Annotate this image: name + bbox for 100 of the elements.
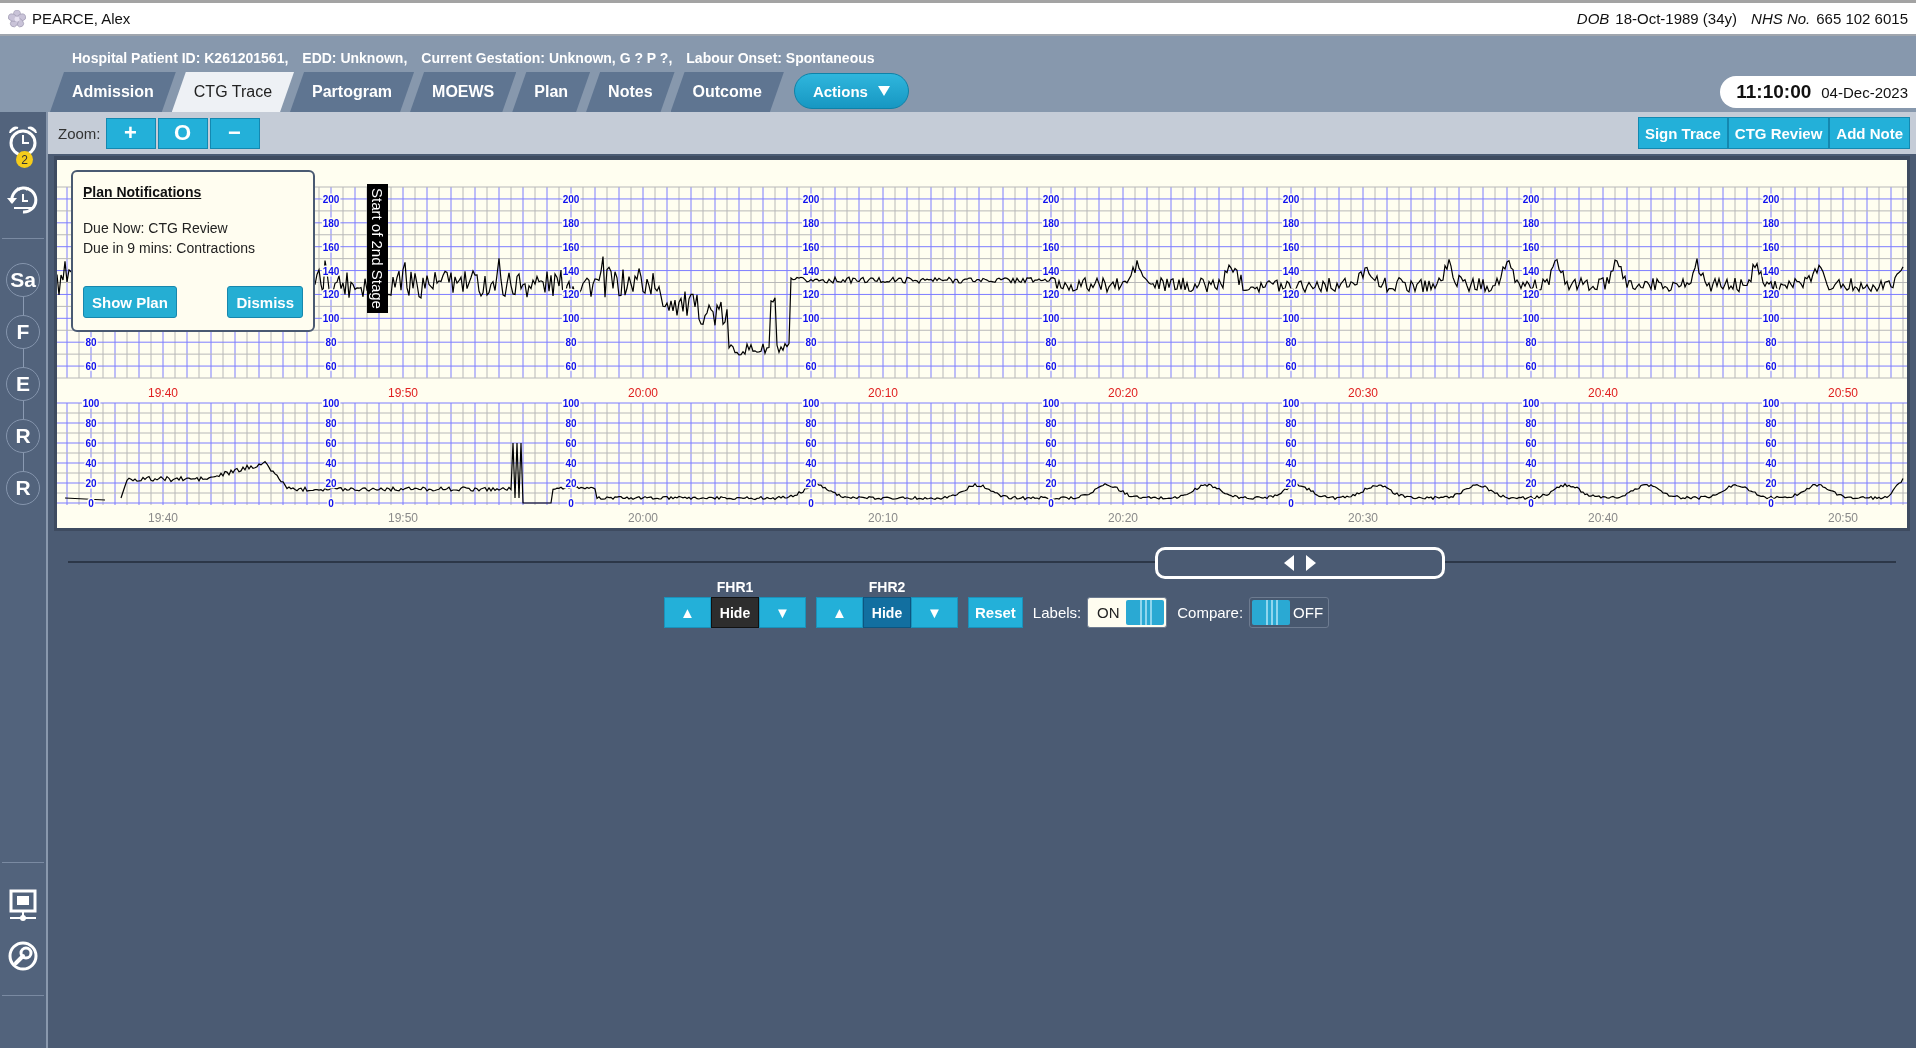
tab[interactable]: CTG Trace <box>171 72 295 112</box>
axis-label: 60 <box>325 438 337 449</box>
tab[interactable]: Outcome <box>670 72 784 112</box>
time-label: 20:10 <box>868 386 898 400</box>
axis-label: 200 <box>562 193 580 205</box>
patient-summary: EDD: Unknown, <box>302 50 408 66</box>
actions-button[interactable]: Actions <box>793 73 909 109</box>
notification-text: Due Now: CTG Review <box>83 219 229 238</box>
time-label: 20:30 <box>1348 511 1378 525</box>
axis-label: 60 <box>1045 361 1057 373</box>
zoom-button[interactable]: − <box>209 117 260 149</box>
toolbar-button[interactable]: CTG Review <box>1727 117 1830 149</box>
toolbar-button[interactable]: Add Note <box>1829 117 1910 149</box>
move-up-button[interactable]: ▲ <box>664 597 711 628</box>
axis-label: 140 <box>1282 265 1300 277</box>
popup-button[interactable]: Dismiss <box>227 286 303 318</box>
stage-button[interactable]: R <box>6 471 40 505</box>
axis-label: 100 <box>802 313 820 325</box>
toolbar-button[interactable]: Sign Trace <box>1637 117 1728 149</box>
axis-label: 60 <box>565 438 577 449</box>
axis-label: 0 <box>568 498 574 509</box>
move-down-button[interactable]: ▼ <box>759 597 806 628</box>
zoom-button[interactable]: O <box>157 117 208 149</box>
axis-label: 80 <box>1285 337 1297 349</box>
dob-value: 18-Oct-1989 (34y) <box>1615 10 1738 27</box>
time-label: 19:40 <box>148 511 178 525</box>
axis-label: 180 <box>1282 217 1300 229</box>
axis-label: 200 <box>1522 193 1540 205</box>
clock-date: 04-Dec-2023 <box>1821 83 1908 101</box>
time-label: 20:40 <box>1588 386 1618 400</box>
reset-button[interactable]: Reset <box>968 597 1023 628</box>
axis-label: 100 <box>1042 313 1060 325</box>
time-label: 20:00 <box>628 511 658 525</box>
axis-label: 120 <box>322 289 340 301</box>
stage-button[interactable]: F <box>6 315 40 349</box>
axis-label: 0 <box>1288 498 1294 509</box>
axis-label: 60 <box>1765 361 1777 373</box>
clock-time: 11:10:00 <box>1736 81 1812 103</box>
axis-label: 20 <box>565 478 577 489</box>
time-label: 20:00 <box>628 386 658 400</box>
network-monitor-icon <box>8 889 38 923</box>
flower-icon <box>8 9 26 28</box>
left-right-arrows-icon <box>1284 555 1316 571</box>
zoom-button[interactable]: + <box>105 117 156 149</box>
axis-label: 40 <box>325 458 337 469</box>
tab[interactable]: MOEWS <box>410 72 517 112</box>
time-label: 20:50 <box>1828 386 1858 400</box>
axis-label: 120 <box>802 289 820 301</box>
axis-label: 100 <box>322 398 340 409</box>
axis-label: 140 <box>562 265 580 277</box>
move-down-button[interactable]: ▼ <box>911 597 958 628</box>
toggle-switch[interactable]: OFF <box>1249 597 1330 628</box>
popup-button[interactable]: Show Plan <box>83 286 177 318</box>
time-label: 20:50 <box>1828 511 1858 525</box>
time-label: 19:50 <box>388 386 418 400</box>
axis-label: 100 <box>1762 313 1780 325</box>
axis-label: 100 <box>802 398 820 409</box>
stage-button[interactable]: E <box>6 367 40 401</box>
axis-label: 20 <box>1045 478 1057 489</box>
axis-label: 100 <box>322 313 340 325</box>
toggle-label: Labels: <box>1032 603 1082 623</box>
alarm-button[interactable]: 2 <box>4 124 42 170</box>
axis-label: 60 <box>85 438 97 449</box>
axis-label: 100 <box>82 398 100 409</box>
axis-label: 80 <box>325 337 337 349</box>
axis-label: 180 <box>802 217 820 229</box>
tab[interactable]: Admission <box>50 72 176 112</box>
patient-summary: Hospital Patient ID: K261201561, <box>72 50 289 66</box>
stage-button[interactable]: Sa <box>6 263 40 297</box>
axis-label: 80 <box>85 418 97 429</box>
zoom-label: Zoom: <box>58 124 101 142</box>
popup-title: Plan Notifications <box>83 184 203 200</box>
axis-label: 60 <box>85 361 97 373</box>
axis-label: 160 <box>1522 241 1540 253</box>
hide-button[interactable]: Hide <box>711 597 759 628</box>
axis-label: 140 <box>802 265 820 277</box>
stage-button[interactable]: R <box>6 419 40 453</box>
axis-label: 160 <box>1762 241 1780 253</box>
tab[interactable]: Partogram <box>290 72 415 112</box>
move-up-button[interactable]: ▲ <box>816 597 863 628</box>
axis-label: 20 <box>325 478 337 489</box>
tab[interactable]: Notes <box>586 72 675 112</box>
axis-label: 80 <box>85 337 97 349</box>
axis-label: 60 <box>1525 361 1537 373</box>
axis-label: 100 <box>562 313 580 325</box>
alarm-count-badge: 2 <box>16 151 33 168</box>
axis-label: 80 <box>1525 337 1537 349</box>
axis-label: 0 <box>1528 498 1534 509</box>
axis-label: 80 <box>805 337 817 349</box>
scroll-thumb[interactable] <box>1155 547 1445 579</box>
search-icon <box>7 940 39 972</box>
axis-label: 60 <box>325 361 337 373</box>
hide-button[interactable]: Hide <box>863 597 911 628</box>
axis-label: 40 <box>565 458 577 469</box>
axis-label: 80 <box>1045 337 1057 349</box>
tab[interactable]: Plan <box>512 72 591 112</box>
toggle-switch[interactable]: ON <box>1087 597 1168 628</box>
time-label: 19:50 <box>388 511 418 525</box>
axis-label: 160 <box>322 241 340 253</box>
time-label: 20:10 <box>868 511 898 525</box>
